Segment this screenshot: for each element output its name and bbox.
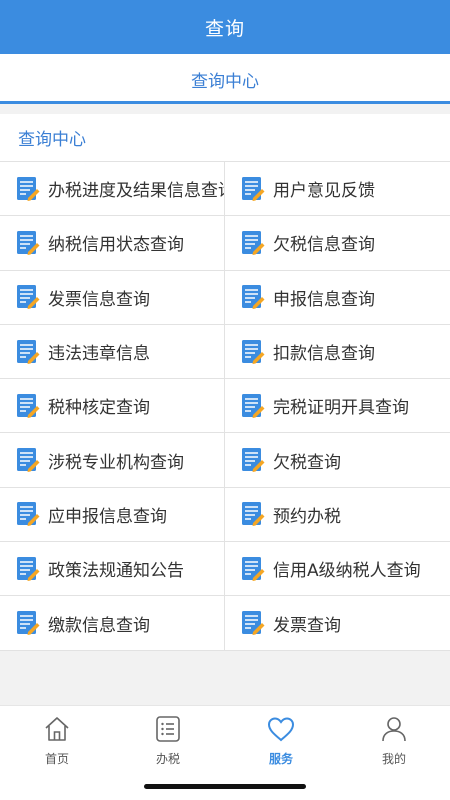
query-item-label: 欠税信息查询 xyxy=(273,235,375,256)
document-edit-icon xyxy=(17,339,40,364)
query-item-label: 纳税信用状态查询 xyxy=(48,235,184,256)
query-item-label: 涉税专业机构查询 xyxy=(48,452,184,473)
query-item[interactable]: 税种核定查询 xyxy=(0,379,225,434)
nav-label-mine: 我的 xyxy=(381,752,406,766)
nav-label-tax: 办税 xyxy=(155,752,180,766)
document-edit-icon xyxy=(17,393,40,418)
document-edit-icon xyxy=(242,611,265,636)
nav-item-home[interactable]: 首页 xyxy=(17,714,97,770)
query-item-label: 扣款信息查询 xyxy=(273,344,375,365)
nav-label-home: 首页 xyxy=(44,752,69,766)
query-item[interactable]: 发票信息查询 xyxy=(0,270,225,325)
query-item[interactable]: 缴款信息查询 xyxy=(0,596,225,651)
tab-query-center[interactable]: 查询中心 xyxy=(191,67,259,92)
query-item[interactable]: 欠税信息查询 xyxy=(225,216,450,271)
query-item-label: 信用A级纳税人查询 xyxy=(273,561,421,582)
query-item-label: 申报信息查询 xyxy=(273,289,375,310)
nav-item-tax[interactable]: 办税 xyxy=(128,714,208,770)
query-item-label: 办税进度及结果信息查询 xyxy=(48,181,225,202)
query-item[interactable]: 预约办税 xyxy=(225,488,450,543)
document-edit-icon xyxy=(242,176,265,201)
query-item[interactable]: 办税进度及结果信息查询 xyxy=(0,162,225,217)
query-item-label: 欠税查询 xyxy=(273,452,341,473)
query-item-label: 缴款信息查询 xyxy=(48,615,150,636)
document-edit-icon xyxy=(17,502,40,527)
query-item-label: 发票信息查询 xyxy=(48,289,150,310)
nav-label-service: 服务 xyxy=(268,752,293,766)
document-edit-icon xyxy=(242,339,265,364)
top-bar: 查询 xyxy=(0,0,450,54)
query-item-label: 应申报信息查询 xyxy=(48,506,167,527)
document-edit-icon xyxy=(17,611,40,636)
document-edit-icon xyxy=(242,393,265,418)
document-edit-icon xyxy=(242,502,265,527)
query-item[interactable]: 申报信息查询 xyxy=(225,271,450,325)
document-edit-icon xyxy=(17,448,40,473)
nav-item-service[interactable]: 服务 xyxy=(241,714,321,770)
document-edit-icon xyxy=(242,448,265,473)
tab-active-indicator xyxy=(0,101,450,104)
document-edit-icon xyxy=(17,176,40,201)
document-edit-icon xyxy=(242,285,265,310)
query-item[interactable]: 欠税查询 xyxy=(225,433,450,488)
page-title: 查询 xyxy=(204,17,245,40)
query-item[interactable]: 发票查询 xyxy=(225,596,450,651)
document-edit-icon xyxy=(242,230,265,255)
query-item[interactable]: 信用A级纳税人查询 xyxy=(225,542,450,597)
document-edit-icon xyxy=(17,230,40,255)
list-icon xyxy=(156,716,180,742)
document-edit-icon xyxy=(242,556,265,581)
user-icon xyxy=(382,717,406,742)
document-edit-icon xyxy=(17,556,40,581)
query-grid: 办税进度及结果信息查询 用户意见反馈纳税信用状态查询 欠税信息查询发票信息查询 申报信… xyxy=(0,162,450,651)
document-edit-icon xyxy=(17,285,40,310)
home-icon xyxy=(45,717,69,741)
query-item[interactable]: 用户意见反馈 xyxy=(225,162,450,217)
query-section: 查询中心 办税进度及结果信息查询 用户意见反馈纳税信用状态查询 欠税信息查询发票信息… xyxy=(0,114,450,651)
nav-item-mine[interactable]: 我的 xyxy=(354,714,434,770)
query-item-label: 违法违章信息 xyxy=(48,344,150,365)
query-item-label: 预约办税 xyxy=(273,506,341,527)
query-item[interactable]: 政策法规通知公告 xyxy=(0,542,225,597)
query-item[interactable]: 涉税专业机构查询 xyxy=(0,433,225,488)
query-item[interactable]: 完税证明开具查询 xyxy=(225,379,450,434)
heart-icon xyxy=(267,717,295,742)
query-item-label: 完税证明开具查询 xyxy=(273,398,409,419)
query-item-label: 发票查询 xyxy=(273,615,341,636)
section-title: 查询中心 xyxy=(0,114,450,162)
query-item[interactable]: 纳税信用状态查询 xyxy=(0,216,225,271)
query-item[interactable]: 违法违章信息 xyxy=(0,324,225,380)
query-item-label: 税种核定查询 xyxy=(48,398,150,419)
tab-bar: 查询中心 xyxy=(0,54,450,104)
query-item[interactable]: 应申报信息查询 xyxy=(0,487,225,543)
query-item[interactable]: 扣款信息查询 xyxy=(225,325,450,380)
query-item-label: 政策法规通知公告 xyxy=(48,561,184,582)
home-indicator xyxy=(144,784,306,789)
query-item-label: 用户意见反馈 xyxy=(273,181,375,202)
